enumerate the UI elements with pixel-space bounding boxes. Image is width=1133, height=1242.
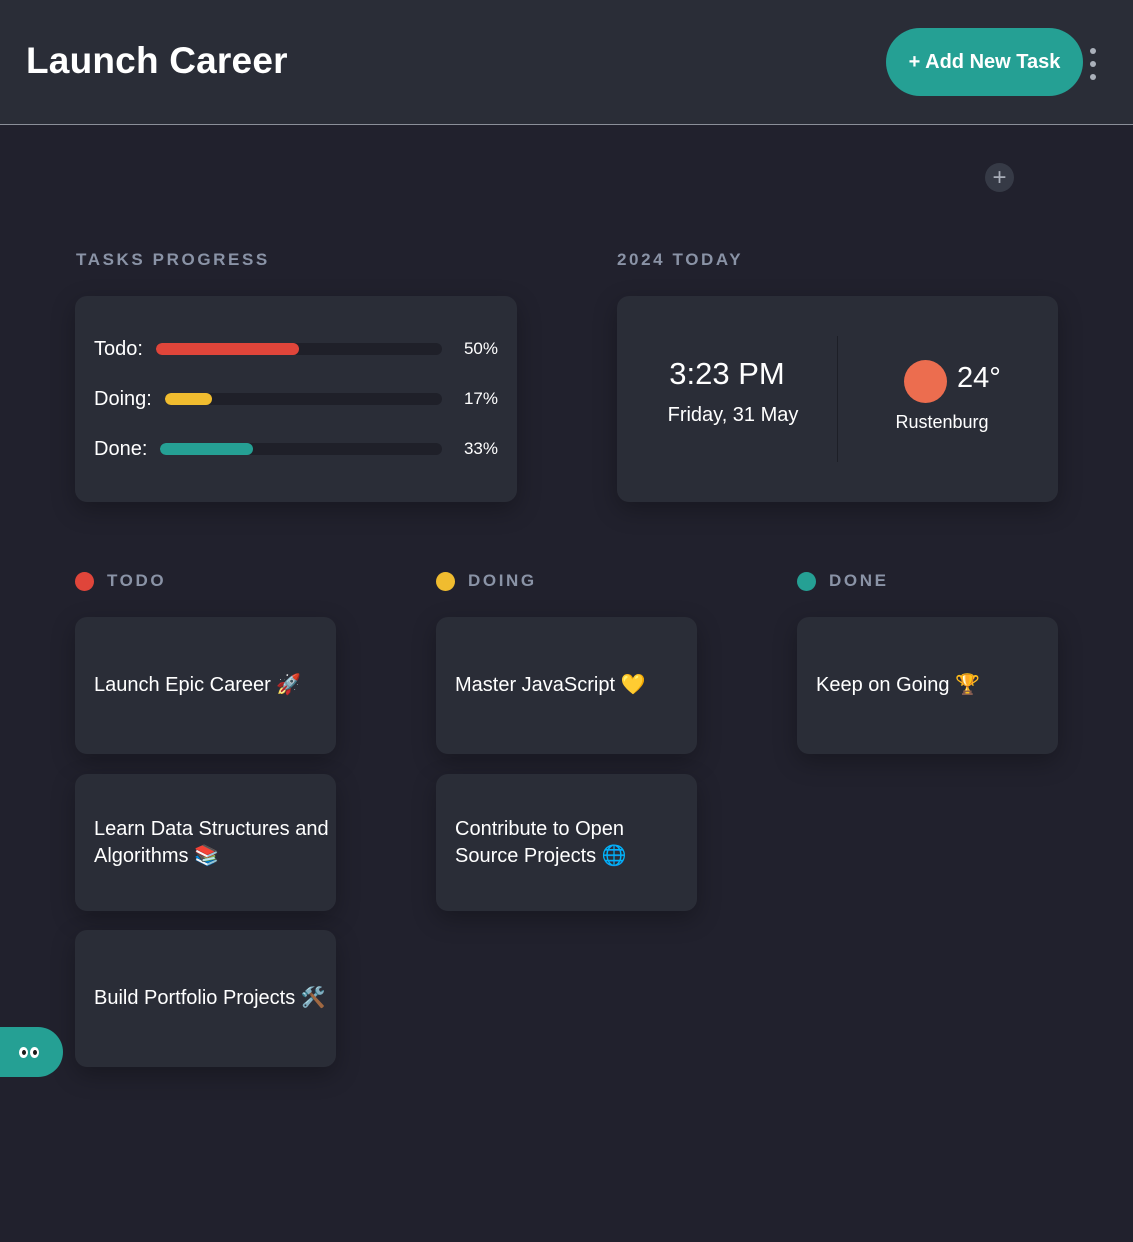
task-title: Master JavaScript 💛 [455, 674, 646, 696]
progress-row-todo: Todo: 50% [94, 336, 498, 362]
progress-fill-todo [155, 343, 299, 355]
task-card[interactable]: Contribute to Open Source Projects 🌐 [436, 774, 697, 911]
progress-row-doing: Doing: 17% [94, 386, 498, 412]
task-title: Contribute to Open Source Projects 🌐 [455, 817, 627, 867]
task-title: Build Portfolio Projects 🛠️ [94, 987, 326, 1009]
clock-date: Friday, 31 May [667, 404, 799, 426]
task-card[interactable]: Master JavaScript 💛 [436, 617, 697, 754]
task-card[interactable]: Build Portfolio Projects 🛠️ [75, 930, 336, 1067]
side-helper-button[interactable] [0, 1027, 63, 1077]
task-title: Learn Data Structures and Algorithms 📚 [94, 817, 329, 867]
clock-time: 3:23 PM [669, 356, 785, 391]
column-title: DONE [829, 571, 889, 590]
progress-percent: 50% [463, 339, 498, 358]
eye [18, 1046, 28, 1058]
progress-fill-doing [164, 393, 212, 405]
city-name: Rustenburg [895, 412, 989, 432]
column-title: TODO [107, 571, 167, 590]
task-title: Keep on Going 🏆 [816, 674, 980, 696]
status-dot [797, 571, 816, 591]
column-header-done: DONE [797, 571, 889, 591]
column-header-todo: TODO [75, 571, 166, 591]
tasks-progress-card: Todo: 50% Doing: 17% Done: 33% [75, 296, 517, 502]
task-title: Launch Epic Career 🚀 [94, 674, 302, 696]
status-dot [436, 571, 455, 591]
task-card[interactable]: Keep on Going 🏆 [797, 617, 1058, 754]
add-new-task-button[interactable]: + Add New Task [886, 28, 1083, 96]
progress-percent: 17% [463, 389, 498, 408]
progress-track [155, 343, 442, 355]
progress-label: Done: [94, 437, 148, 460]
progress-row-done: Done: 33% [94, 436, 498, 462]
page-title: Launch Career [26, 40, 288, 81]
eye [29, 1046, 39, 1058]
column-header-doing: DOING [436, 571, 537, 591]
progress-label: Doing: [94, 387, 152, 410]
today-card: 3:23 PM Friday, 31 May 24° Rustenburg [617, 296, 1058, 502]
menu-dot [1090, 74, 1096, 80]
divider [837, 336, 838, 462]
status-dot [75, 571, 94, 591]
kebab-menu-icon[interactable] [1086, 46, 1100, 82]
menu-dot [1090, 48, 1096, 54]
progress-label: Todo: [94, 337, 143, 360]
sun-icon [904, 360, 947, 403]
progress-track [164, 393, 442, 405]
progress-track [160, 443, 442, 455]
menu-dot [1090, 61, 1096, 67]
temperature: 24° [957, 362, 1001, 394]
task-card[interactable]: Launch Epic Career 🚀 [75, 617, 336, 754]
task-card[interactable]: Learn Data Structures and Algorithms 📚 [75, 774, 336, 911]
progress-fill-done [160, 443, 254, 455]
tasks-progress-heading: TASKS PROGRESS [76, 250, 270, 269]
add-widget-button[interactable]: + [985, 163, 1014, 192]
progress-percent: 33% [463, 439, 498, 458]
app-header: Launch Career + Add New Task [0, 0, 1133, 125]
today-heading: 2024 TODAY [617, 250, 744, 269]
eyes-icon [18, 1046, 39, 1058]
column-title: DOING [468, 571, 537, 590]
